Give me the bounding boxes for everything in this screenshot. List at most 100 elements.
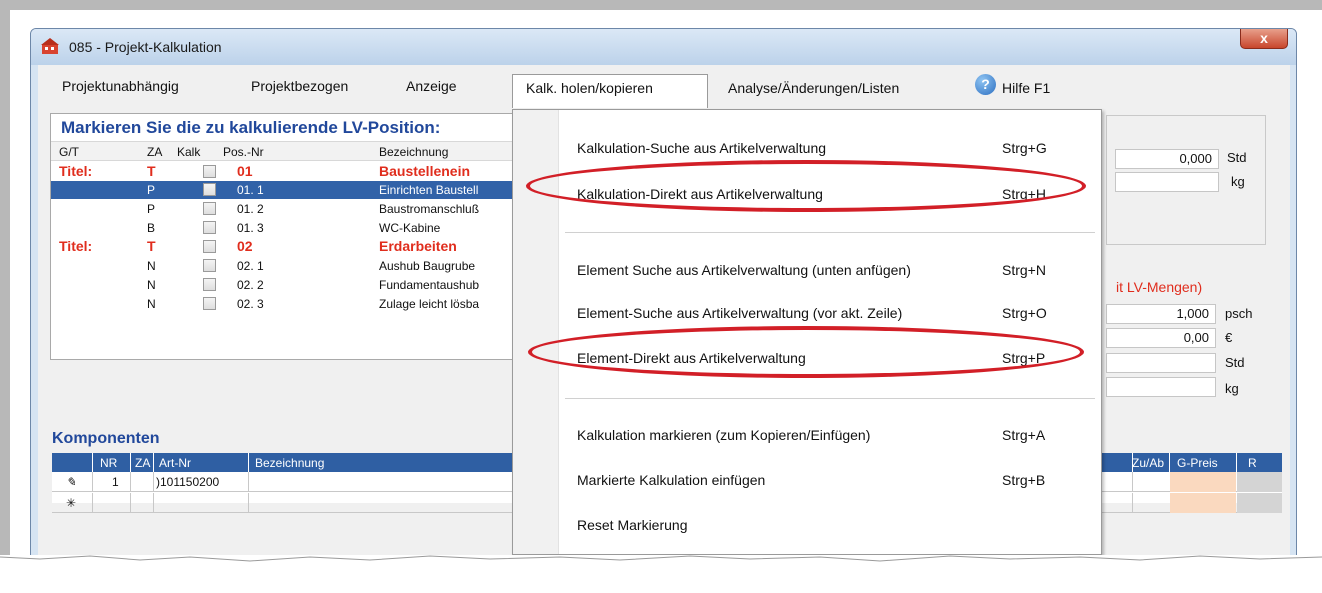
za-cell: P [147,202,156,216]
col-za[interactable]: ZA [135,456,150,470]
header-kalk[interactable]: Kalk [177,145,200,159]
lv-row-selected[interactable]: P 01. 1 Einrichten Baustell [51,181,589,199]
help-icon[interactable]: ? [975,74,996,95]
menu-anzeige[interactable]: Anzeige [406,78,457,94]
menu-item-label: Reset Markierung [577,517,688,533]
col-nr[interactable]: NR [100,456,117,470]
pos-cell: 01. 1 [237,183,264,197]
za-cell: N [147,278,156,292]
col-g-preis[interactable]: G-Preis [1177,456,1218,470]
lv-mengen-label: it LV-Mengen) [1116,279,1203,295]
menu-item-shortcut: Strg+B [1002,472,1046,488]
lv-row[interactable]: P 01. 2 Baustromanschluß [51,200,589,218]
menu-item-shortcut: Strg+O [1002,305,1047,321]
header-za[interactable]: ZA [147,145,162,159]
nr-cell: 1 [112,475,119,489]
price-field[interactable]: 0,00 [1106,328,1216,348]
lv-row[interactable]: B 01. 3 WC-Kabine [51,219,589,237]
lv-row[interactable]: Titel: T 02 Erdarbeiten [51,238,589,256]
asterisk-icon: ✳ [66,496,77,510]
menu-item-label: Element-Direkt aus Artikelverwaltung [577,350,806,366]
kalk-checkbox[interactable] [203,183,216,196]
za-cell: B [147,221,156,235]
menu-item-label: Kalkulation markieren (zum Kopieren/Einf… [577,427,871,443]
col-bezeichnung[interactable]: Bezeichnung [255,456,324,470]
kg-field-2[interactable] [1106,377,1216,397]
menu-item-element-direkt[interactable]: Element-Direkt aus Artikelverwaltung Str… [559,338,1102,378]
lv-heading: Markieren Sie die zu kalkulierende LV-Po… [61,118,441,137]
menu-item-label: Element-Suche aus Artikelverwaltung (vor… [577,305,903,321]
artnr-cell: )101150200 [156,475,220,489]
gt-cell: Titel: [59,238,93,254]
window-title: 085 - Projekt-Kalkulation [69,39,222,55]
r-cell[interactable] [1237,472,1282,492]
header-gt[interactable]: G/T [59,145,79,159]
col-art-nr[interactable]: Art-Nr [159,456,191,470]
lv-row[interactable]: N 02. 3 Zulage leicht lösba [51,295,589,313]
lv-header-row: G/T ZA Kalk Pos.-Nr Bezeichnung [51,141,589,161]
torn-edge [0,555,1322,593]
menu-analyse-aenderungen-listen[interactable]: Analyse/Änderungen/Listen [728,80,899,96]
kalk-checkbox[interactable] [203,297,216,310]
screenshot-left-border [0,0,10,593]
screenshot-top-border [0,0,1322,10]
kalk-checkbox[interactable] [203,278,216,291]
pos-cell: 01. 2 [237,202,264,216]
gpreis-cell[interactable] [1170,493,1236,513]
menu-hilfe[interactable]: Hilfe F1 [1002,80,1050,96]
gpreis-cell[interactable] [1170,472,1236,492]
za-cell: T [147,163,156,179]
kalk-checkbox[interactable] [203,202,216,215]
menu-projektbezogen[interactable]: Projektbezogen [251,78,348,94]
za-cell: N [147,259,156,273]
menu-item-kalkulation-direkt[interactable]: Kalkulation-Direkt aus Artikelverwaltung… [559,174,1102,214]
menu-item-label: Element Suche aus Artikelverwaltung (unt… [577,262,911,278]
komponenten-heading: Komponenten [52,430,160,447]
lv-row[interactable]: N 02. 1 Aushub Baugrube [51,257,589,275]
menu-item-shortcut: Strg+N [1002,262,1046,278]
quantity-field[interactable]: 1,000 [1106,304,1216,324]
lv-row[interactable]: N 02. 2 Fundamentaushub [51,276,589,294]
kg-value-field[interactable] [1115,172,1219,192]
kalk-checkbox[interactable] [203,259,216,272]
menu-item-reset-markierung[interactable]: Reset Markierung [559,505,1102,545]
kalk-checkbox[interactable] [203,221,216,234]
menu-bar: Projektunabhängig Projektbezogen Anzeige… [38,65,1290,108]
lv-position-list: Markieren Sie die zu kalkulierende LV-Po… [50,113,590,360]
bez-cell: Fundamentaushub [379,278,480,292]
kalk-checkbox[interactable] [203,240,216,253]
kg-unit: kg [1231,174,1245,189]
col-zu-ab[interactable]: Zu/Ab [1132,456,1164,470]
menu-item-element-suche-unten[interactable]: Element Suche aus Artikelverwaltung (unt… [559,250,1102,290]
menu-item-label: Kalkulation-Suche aus Artikelverwaltung [577,140,827,156]
pos-cell: 02. 1 [237,259,264,273]
r-cell[interactable] [1237,493,1282,513]
pos-cell: 02. 3 [237,297,264,311]
std-unit: Std [1227,150,1247,165]
menu-item-label: Kalkulation-Direkt aus Artikelverwaltung [577,186,823,202]
lv-row[interactable]: Titel: T 01 Baustellenein [51,163,589,181]
title-bar: 085 - Projekt-Kalkulation x [31,29,1296,65]
menu-item-kalkulation-markieren[interactable]: Kalkulation markieren (zum Kopieren/Einf… [559,415,1102,455]
menu-item-shortcut: Strg+H [1002,186,1046,202]
pencil-icon: ✎ [66,475,77,489]
kalk-checkbox[interactable] [203,165,216,178]
price-unit: € [1225,330,1233,345]
menu-kalk-holen-kopieren[interactable]: Kalk. holen/kopieren [526,80,653,96]
menu-item-element-suche-vor[interactable]: Element-Suche aus Artikelverwaltung (vor… [559,293,1102,333]
header-pos-nr[interactable]: Pos.-Nr [223,145,264,159]
hours-weight-group: 0,000 Std kg [1106,115,1266,245]
gt-cell: Titel: [59,163,93,179]
close-button[interactable]: x [1240,29,1288,49]
menu-item-kalkulation-suche[interactable]: Kalkulation-Suche aus Artikelverwaltung … [559,128,1102,168]
header-bezeichnung[interactable]: Bezeichnung [379,145,448,159]
menu-projektunabhaengig[interactable]: Projektunabhängig [62,78,179,94]
bez-cell: Aushub Baugrube [379,259,476,273]
kg-unit-2: kg [1225,381,1239,396]
col-r[interactable]: R [1248,456,1257,470]
bez-cell: Baustromanschluß [379,202,480,216]
std-field-2[interactable] [1106,353,1216,373]
quantity-unit: psch [1225,306,1253,321]
std-value-field[interactable]: 0,000 [1115,149,1219,169]
menu-item-markierte-einfuegen[interactable]: Markierte Kalkulation einfügen Strg+B [559,460,1102,500]
